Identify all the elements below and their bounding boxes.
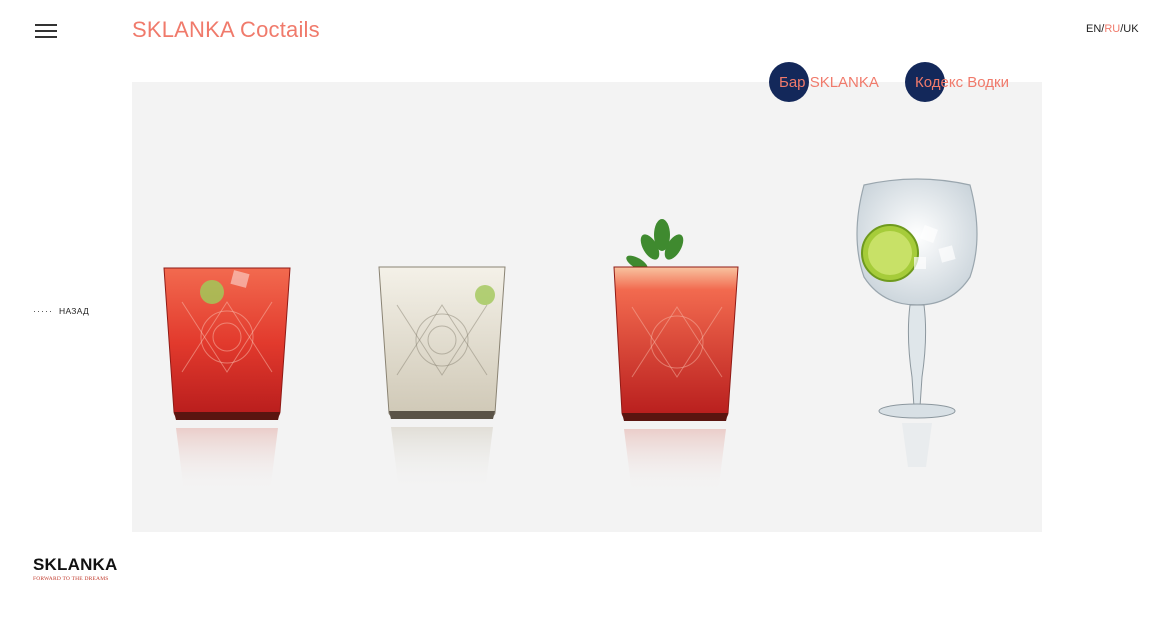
hamburger-menu-icon[interactable]: [35, 24, 57, 38]
lang-uk-link[interactable]: UK: [1123, 23, 1138, 35]
red-cocktail-glass[interactable]: [162, 262, 292, 502]
lang-en-link[interactable]: EN: [1086, 23, 1101, 35]
footer-tagline: FORWARD TO THE DREAMS: [33, 576, 109, 582]
nav-vodka-codex-label: Кодекс Водки: [915, 73, 1009, 91]
red-mint-cocktail-glass[interactable]: [592, 217, 742, 502]
nav-vodka-codex-link[interactable]: Кодекс Водки: [905, 62, 1009, 102]
footer-brand: SKLANKA: [33, 555, 118, 574]
gin-tonic-goblet[interactable]: [852, 177, 982, 477]
back-link[interactable]: ····· НАЗАД: [33, 306, 89, 316]
back-label: НАЗАД: [59, 306, 90, 316]
lang-ru-link[interactable]: RU: [1104, 23, 1120, 35]
clear-cocktail-glass[interactable]: [377, 265, 507, 505]
cocktails-stage: [132, 82, 1042, 532]
footer-logo[interactable]: SKLANKA FORWARD TO THE DREAMS: [33, 555, 118, 582]
dots-icon: ·····: [33, 306, 53, 316]
language-switcher: EN/RU/UK: [1086, 23, 1139, 35]
nav-bar-sklanka-link[interactable]: Бар SKLANKA: [769, 62, 879, 102]
nav-bar-sklanka-label: Бар SKLANKA: [779, 73, 879, 91]
site-title[interactable]: SKLANKA Coctails: [132, 17, 320, 43]
